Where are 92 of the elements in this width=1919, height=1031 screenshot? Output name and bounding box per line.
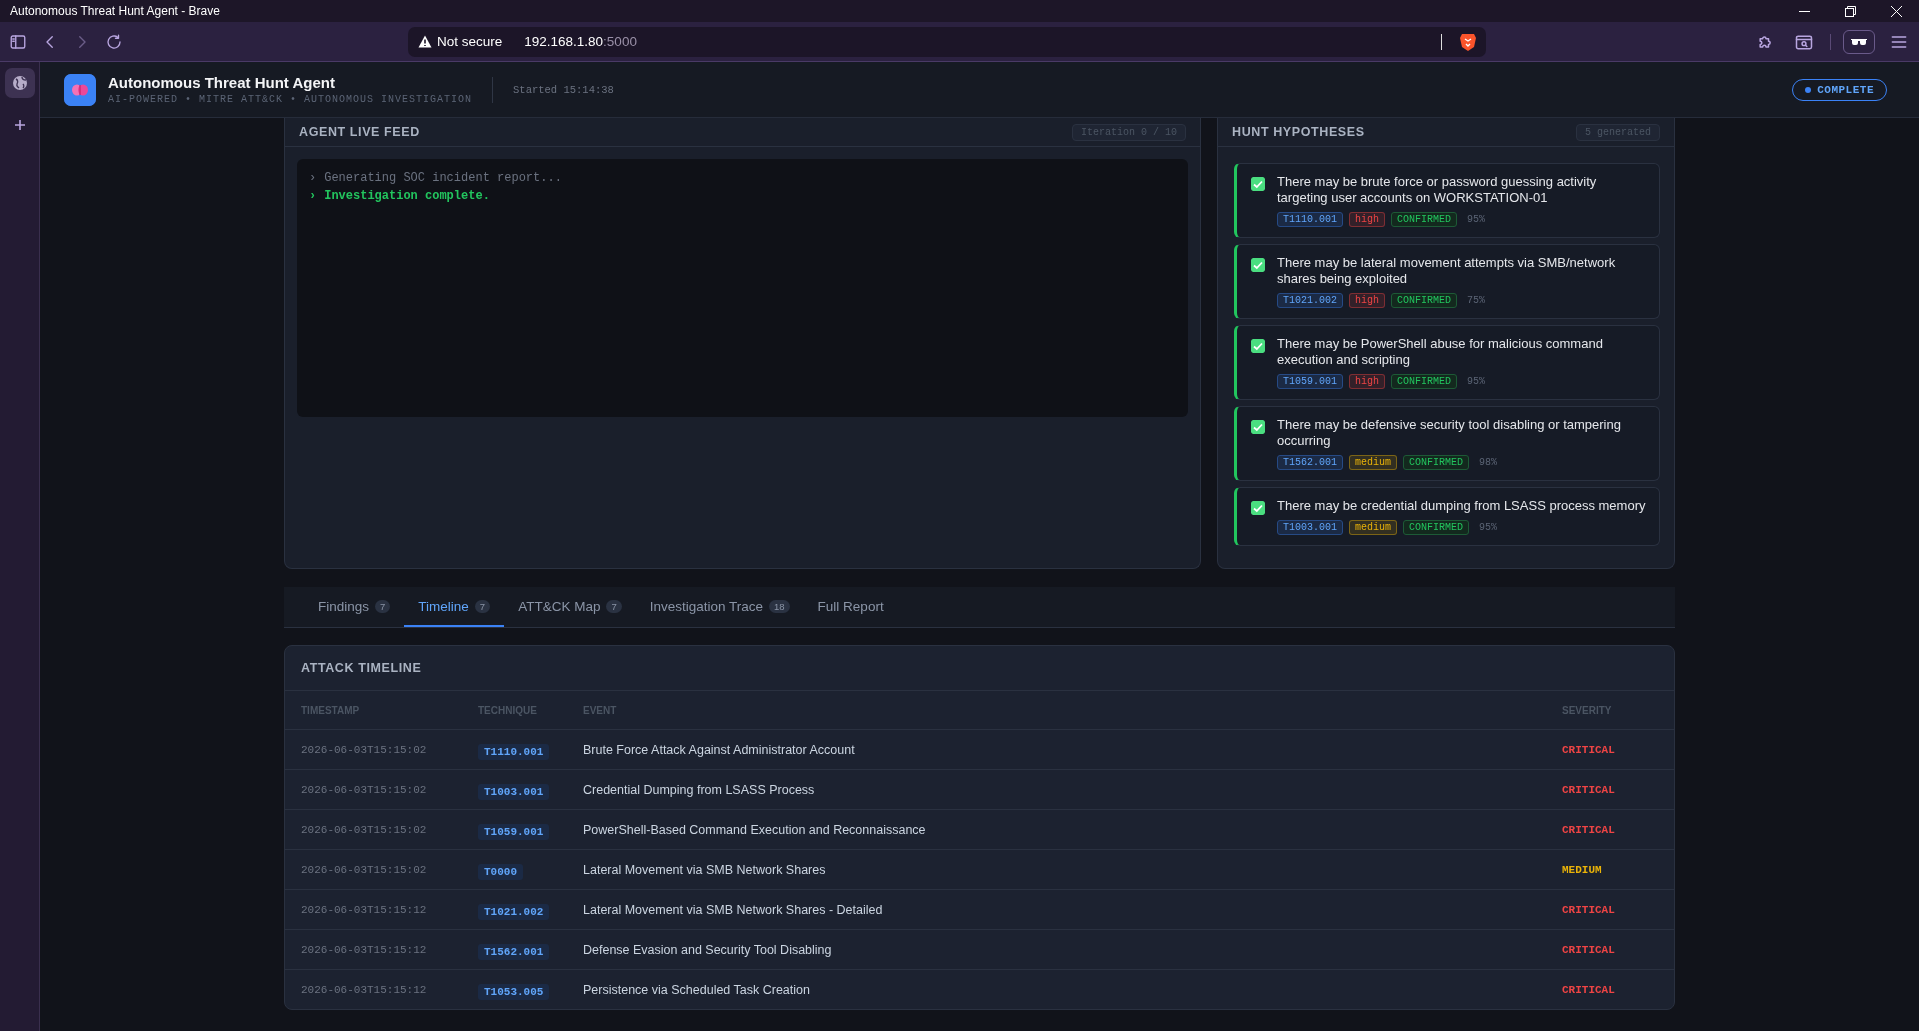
technique-tag: T1059.001 — [1277, 374, 1343, 389]
tab-count: 7 — [375, 599, 391, 613]
status-tag: CONFIRMED — [1391, 212, 1458, 227]
event-cell-text: Lateral Movement via SMB Network Shares - Detailed — [583, 902, 884, 917]
log-line: Investigation complete. — [324, 189, 490, 203]
event-cell-text: PowerShell-Based Command Execution and Reconnaissance — [583, 822, 927, 837]
app-title: Autonomous Threat Hunt Agent — [108, 74, 336, 91]
timestamp-cell-text: 2026-06-03T15:15:12 — [301, 903, 428, 916]
prompt-marker: › — [309, 189, 317, 203]
severity-label: CRITICAL — [1562, 903, 1616, 916]
timestamp-cell-text: 2026-06-03T15:15:02 — [301, 823, 428, 836]
tab[interactable]: Timeline 7 — [404, 587, 505, 627]
tab-count: 7 — [606, 599, 622, 613]
technique-tag: T1562.001 — [478, 943, 550, 960]
hypothesis-text: There may be brute force or password guessing activity targeting user accounts on WORKSTATION-01 — [1277, 174, 1598, 206]
event-cell-text: Lateral Movement via SMB Network Shares — [583, 862, 827, 877]
technique-tag: T1053.005 — [478, 983, 550, 1000]
technique-tag: T0000 — [478, 863, 523, 880]
panel-title: HUNT HYPOTHESES — [1232, 125, 1365, 139]
priority-tag: high — [1349, 293, 1386, 308]
log-line: Generating SOC incident report... — [324, 171, 562, 185]
severity-label: CRITICAL — [1562, 783, 1616, 796]
brain-logo-icon — [64, 73, 96, 106]
card-title: ATTACK TIMELINE — [301, 661, 422, 675]
tab-count: 18 — [769, 599, 790, 613]
technique-tag: T1021.002 — [1277, 293, 1343, 308]
glasses-icon — [1851, 37, 1867, 46]
warning-icon — [418, 35, 432, 48]
event-cell-text: Brute Force Attack Against Administrator Account — [583, 742, 856, 757]
status-tag: CONFIRMED — [1391, 293, 1458, 308]
confidence-value: 95% — [1467, 214, 1486, 225]
technique-tag: T1110.001 — [478, 743, 550, 760]
timestamp-cell-text: 2026-06-03T15:15:02 — [301, 863, 428, 876]
confidence-value: 98% — [1479, 457, 1498, 468]
tab-count: 7 — [474, 599, 491, 613]
app-subtitle: AI-POWERED • MITRE ATT&CK • AUTONOMOUS INVESTIGATION — [108, 94, 473, 105]
confidence-value: 75% — [1467, 295, 1486, 306]
lion-shield-icon[interactable] — [1460, 32, 1476, 51]
restore-icon — [1844, 5, 1856, 17]
window-title: Autonomous Threat Hunt Agent - Brave — [9, 4, 220, 18]
priority-tag: high — [1349, 374, 1386, 389]
checkbox[interactable] — [1251, 501, 1265, 515]
checkbox[interactable] — [1251, 339, 1265, 353]
confidence-value: 95% — [1467, 376, 1486, 387]
severity-label: CRITICAL — [1562, 983, 1616, 996]
globe-button[interactable] — [4, 68, 35, 98]
event-cell-text: Credential Dumping from LSASS Process — [583, 782, 816, 797]
confidence-value: 95% — [1479, 522, 1498, 533]
hypothesis-text: There may be defensive security tool disabling or tampering occurring — [1277, 417, 1622, 449]
status-tag: CONFIRMED — [1391, 374, 1458, 389]
sidebar-icon — [9, 32, 27, 51]
address-bar[interactable]: Not secure 192.168.1.80:5000 — [408, 26, 1486, 57]
tab[interactable]: Findings 7 — [304, 587, 405, 627]
priority-tag: medium — [1349, 520, 1398, 535]
status-tag: CONFIRMED — [1403, 455, 1470, 470]
panel-title: AGENT LIVE FEED — [299, 125, 420, 139]
tab[interactable]: ATT&CK Map 7 — [504, 587, 636, 627]
hypothesis-text: There may be credential dumping from LSASS process memory — [1277, 498, 1646, 514]
tab[interactable]: Investigation Trace 18 — [635, 587, 804, 627]
technique-tag: T1059.001 — [478, 823, 550, 840]
checkbox[interactable] — [1251, 420, 1265, 434]
severity-label: CRITICAL — [1562, 943, 1616, 956]
technique-tag: T1021.002 — [478, 903, 550, 920]
close-icon — [1890, 5, 1902, 17]
globe-icon — [11, 75, 28, 91]
technique-tag: T1562.001 — [1277, 455, 1343, 470]
status-tag: CONFIRMED — [1403, 520, 1470, 535]
reload-icon — [105, 32, 123, 51]
checkbox[interactable] — [1251, 177, 1265, 191]
timestamp-cell-text: 2026-06-03T15:15:12 — [301, 943, 428, 956]
priority-tag: medium — [1349, 455, 1398, 470]
timestamp-cell-text: 2026-06-03T15:15:02 — [301, 783, 428, 796]
prompt-marker: › — [309, 171, 317, 185]
private-mode-button[interactable] — [1843, 29, 1875, 54]
technique-tag: T1003.001 — [478, 783, 550, 800]
priority-tag: high — [1349, 212, 1386, 227]
timestamp-cell-text: 2026-06-03T15:15:02 — [301, 743, 428, 756]
severity-label: CRITICAL — [1562, 823, 1616, 836]
tab[interactable]: Full Report — [803, 587, 898, 627]
hypothesis-text: There may be lateral movement attempts via SMB/network shares being exploited — [1277, 255, 1617, 287]
event-cell-text: Defense Evasion and Security Tool Disabling — [583, 942, 833, 957]
timestamp-cell-text: 2026-06-03T15:15:12 — [301, 983, 428, 996]
technique-tag: T1003.001 — [1277, 520, 1343, 535]
hypothesis-text: There may be PowerShell abuse for malicious command execution and scripting — [1277, 336, 1604, 368]
severity-label: MEDIUM — [1562, 863, 1603, 876]
checkbox[interactable] — [1251, 258, 1265, 272]
plus-icon — [13, 119, 26, 131]
security-warning[interactable]: Not secure — [418, 34, 503, 49]
start-time: Started 15:14:38 — [513, 83, 614, 96]
event-cell-text: Persistence via Scheduled Task Creation — [583, 982, 811, 997]
severity-label: CRITICAL — [1562, 743, 1616, 756]
technique-tag: T1110.001 — [1277, 212, 1343, 227]
